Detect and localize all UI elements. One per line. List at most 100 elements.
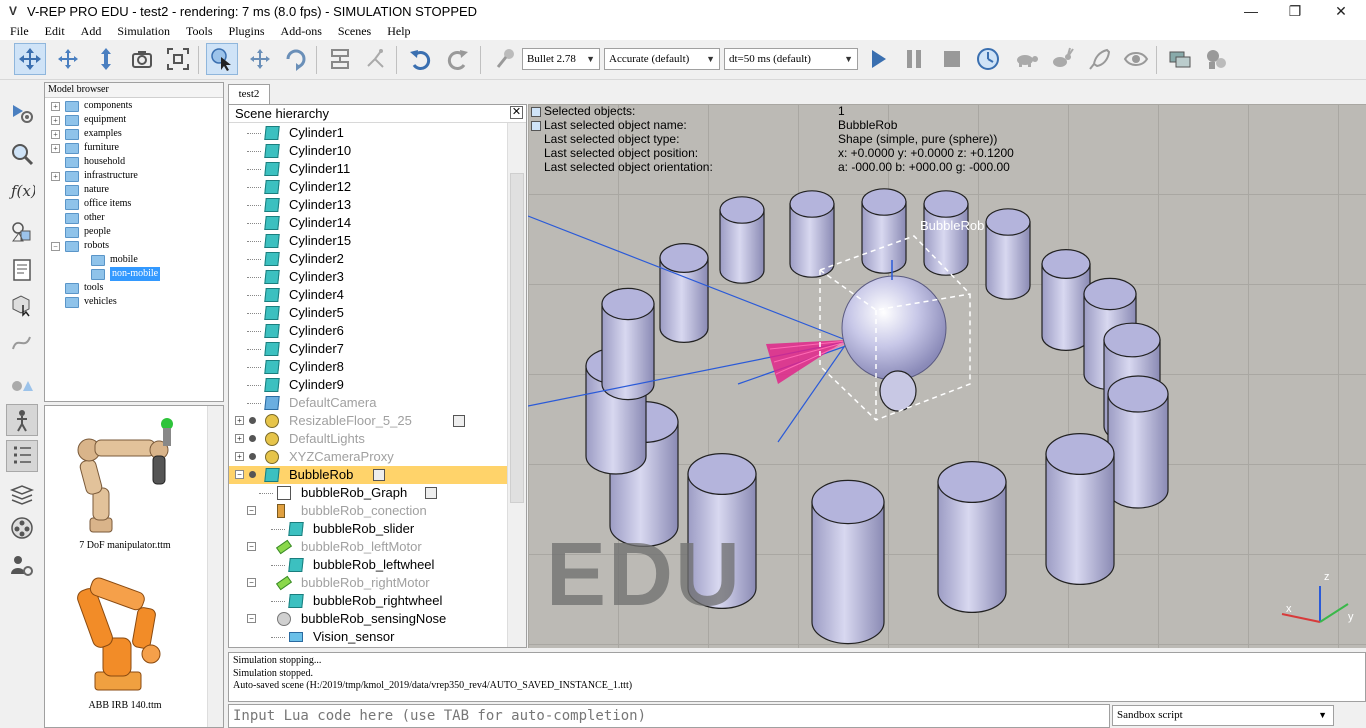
physics-engine-select[interactable]: Bullet 2.78 ▼ bbox=[522, 48, 600, 70]
cylinder-top[interactable] bbox=[937, 461, 1007, 504]
scene-hierarchy-toggle-icon[interactable] bbox=[6, 440, 38, 472]
menu-tools[interactable]: Tools bbox=[176, 24, 219, 39]
camera-shift-icon[interactable] bbox=[90, 43, 122, 75]
hierarchy-item[interactable]: − BubbleRob bbox=[229, 466, 509, 484]
cylinder-top[interactable] bbox=[659, 243, 709, 274]
model-folder-non-mobile[interactable]: non-mobile bbox=[91, 267, 161, 281]
transfer-dna-icon[interactable] bbox=[360, 43, 392, 75]
hierarchy-item[interactable]: − bubbleRob_conection bbox=[229, 502, 509, 520]
hierarchy-item[interactable]: bubbleRob_Graph bbox=[229, 484, 509, 502]
menu-help[interactable]: Help bbox=[377, 24, 416, 39]
hierarchy-item[interactable]: Cylinder4 bbox=[229, 286, 509, 304]
hierarchy-item[interactable]: Vision_sensor bbox=[229, 628, 509, 646]
close-icon[interactable]: ✕ bbox=[510, 106, 523, 119]
model-folder-components[interactable]: + components bbox=[51, 99, 132, 113]
expand-icon[interactable]: + bbox=[51, 115, 60, 125]
undo-icon[interactable] bbox=[404, 43, 436, 75]
hierarchy-item[interactable]: Cylinder15 bbox=[229, 232, 509, 250]
selection-tools-icon[interactable] bbox=[6, 368, 38, 400]
redo-icon[interactable] bbox=[442, 43, 474, 75]
model-folder-equipment[interactable]: + equipment bbox=[51, 113, 126, 127]
menu-scenes[interactable]: Scenes bbox=[328, 24, 377, 39]
threaded-rendering-rocket-icon[interactable] bbox=[1084, 43, 1116, 75]
cylinder-top[interactable] bbox=[1041, 249, 1091, 280]
model-folder-infrastructure[interactable]: + infrastructure bbox=[51, 169, 138, 183]
hierarchy-item[interactable]: Cylinder8 bbox=[229, 358, 509, 376]
hierarchy-item[interactable]: Cylinder7 bbox=[229, 340, 509, 358]
collapse-icon[interactable]: − bbox=[51, 241, 60, 251]
menu-plugins[interactable]: Plugins bbox=[219, 24, 271, 39]
slow-down-turtle-icon[interactable] bbox=[1010, 43, 1042, 75]
model-folder-tools[interactable]: tools bbox=[65, 281, 103, 295]
cylinder-top[interactable] bbox=[923, 190, 969, 218]
scripts-icon[interactable] bbox=[6, 254, 38, 286]
bubblerob-sphere[interactable] bbox=[841, 275, 947, 381]
model-folder-vehicles[interactable]: vehicles bbox=[65, 295, 117, 309]
script-icon[interactable] bbox=[453, 415, 465, 427]
cylinder-top[interactable] bbox=[687, 453, 757, 496]
hierarchy-item[interactable]: Cylinder11 bbox=[229, 160, 509, 178]
camera-angle-icon[interactable] bbox=[126, 43, 158, 75]
hierarchy-item[interactable]: Cylinder6 bbox=[229, 322, 509, 340]
script-mode-select[interactable]: Sandbox script ▼ bbox=[1112, 705, 1334, 726]
restore-button[interactable]: ❐ bbox=[1272, 0, 1318, 22]
model-folder-furniture[interactable]: + furniture bbox=[51, 141, 119, 155]
search-icon[interactable] bbox=[6, 138, 38, 170]
info-expand-icon[interactable] bbox=[531, 121, 541, 131]
hierarchy-item[interactable]: Cylinder14 bbox=[229, 214, 509, 232]
model-folder-robots[interactable]: − robots bbox=[51, 239, 109, 253]
hierarchy-item[interactable]: − bubbleRob_leftMotor bbox=[229, 538, 509, 556]
model-folder-household[interactable]: household bbox=[65, 155, 125, 169]
visualization-eye-icon[interactable] bbox=[1120, 43, 1152, 75]
scene-viewport[interactable]: BubbleRob z x y EDU Selected objects: 1 La… bbox=[528, 104, 1366, 648]
page-selector-icon[interactable] bbox=[1164, 43, 1196, 75]
cylinder-top[interactable] bbox=[1103, 322, 1161, 358]
layers-icon[interactable] bbox=[6, 478, 38, 510]
menu-simulation[interactable]: Simulation bbox=[107, 24, 176, 39]
scrollbar-thumb[interactable] bbox=[510, 173, 524, 503]
object-rotate-icon[interactable] bbox=[280, 43, 312, 75]
fit-to-view-icon[interactable] bbox=[162, 43, 194, 75]
hierarchy-item[interactable]: Cylinder1 bbox=[229, 124, 509, 142]
hierarchy-item[interactable]: bubbleRob_slider bbox=[229, 520, 509, 538]
expand-icon[interactable]: + bbox=[235, 416, 244, 425]
user-settings-icon[interactable] bbox=[6, 550, 38, 582]
collections-icon[interactable] bbox=[6, 216, 38, 248]
hierarchy-item[interactable]: DefaultCamera bbox=[229, 394, 509, 412]
minimize-button[interactable]: — bbox=[1228, 0, 1274, 22]
model-folder-office-items[interactable]: office items bbox=[65, 197, 131, 211]
camera-rotate-icon[interactable] bbox=[52, 43, 84, 75]
hierarchy-item[interactable]: + XYZCameraProxy bbox=[229, 448, 509, 466]
expand-icon[interactable]: + bbox=[235, 452, 244, 461]
cylinder-top[interactable] bbox=[861, 188, 907, 216]
cylinder-top[interactable] bbox=[601, 287, 655, 321]
expand-icon[interactable]: + bbox=[51, 143, 60, 153]
model-folder-nature[interactable]: nature bbox=[65, 183, 109, 197]
object-shift-icon[interactable] bbox=[244, 43, 276, 75]
hierarchy-item[interactable]: + DefaultLights bbox=[229, 430, 509, 448]
cylinder-top[interactable] bbox=[789, 190, 835, 218]
hierarchy-item[interactable]: Cylinder10 bbox=[229, 142, 509, 160]
thumbnails-scrollbar[interactable] bbox=[207, 406, 223, 727]
object-select-icon[interactable] bbox=[206, 43, 238, 75]
hierarchy-item[interactable]: Cylinder9 bbox=[229, 376, 509, 394]
menu-add[interactable]: Add bbox=[71, 24, 108, 39]
hierarchy-item[interactable]: Cylinder2 bbox=[229, 250, 509, 268]
simulation-settings-icon[interactable] bbox=[6, 96, 38, 128]
hierarchy-item[interactable]: + ResizableFloor_5_25 bbox=[229, 412, 509, 430]
menu-edit[interactable]: Edit bbox=[35, 24, 71, 39]
model-folder-people[interactable]: people bbox=[65, 225, 111, 239]
hierarchy-item[interactable]: bubbleRob_rightwheel bbox=[229, 592, 509, 610]
hierarchy-item[interactable]: Cylinder12 bbox=[229, 178, 509, 196]
speed-up-rabbit-icon[interactable] bbox=[1046, 43, 1078, 75]
menu-addons[interactable]: Add-ons bbox=[271, 24, 328, 39]
script-icon[interactable] bbox=[373, 469, 385, 481]
info-collapse-icon[interactable] bbox=[531, 107, 541, 117]
hierarchy-scrollbar[interactable] bbox=[507, 123, 526, 647]
model-folder-other[interactable]: other bbox=[65, 211, 105, 225]
assemble-icon[interactable] bbox=[324, 43, 356, 75]
model-folder-mobile[interactable]: mobile bbox=[91, 253, 138, 267]
collapse-icon[interactable]: − bbox=[247, 542, 256, 551]
pause-icon[interactable] bbox=[898, 43, 930, 75]
collapse-icon[interactable]: − bbox=[247, 614, 256, 623]
